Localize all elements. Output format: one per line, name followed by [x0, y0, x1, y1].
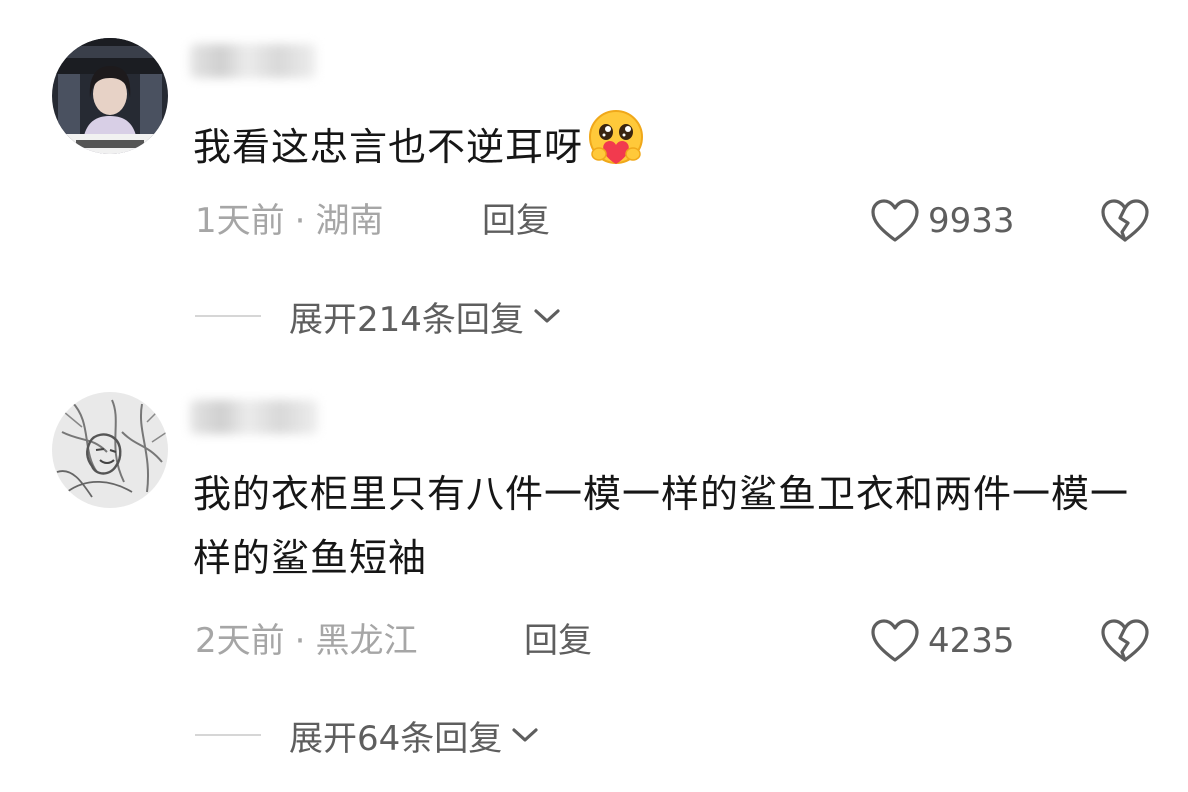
- comment-text: 我看这忠言也不逆耳呀: [193, 108, 647, 189]
- comment-list: 我看这忠言也不逆耳呀 1天前 · 湖南 回复 9933 展开214条回复 我的衣…: [0, 0, 1188, 792]
- comment-body: 我看这忠言也不逆耳呀: [193, 125, 584, 169]
- heart-outline-icon: [871, 619, 919, 662]
- heart-outline-icon: [871, 199, 919, 242]
- like-button[interactable]: 9933: [870, 196, 1015, 246]
- comment-body: 我的衣柜里只有八件一模一样的鲨鱼卫衣和两件一模一样的鲨鱼短袖: [193, 472, 1130, 580]
- meta-separator: ·: [294, 621, 306, 661]
- broken-heart-icon: [1101, 619, 1149, 662]
- comment-text: 我的衣柜里只有八件一模一样的鲨鱼卫衣和两件一模一样的鲨鱼短袖: [193, 462, 1159, 590]
- username-redacted[interactable]: [190, 44, 316, 78]
- comment-meta: 1天前 · 湖南: [195, 196, 383, 246]
- hugging-heart-emoji-icon: [585, 108, 647, 189]
- avatar-sketch-icon: [52, 392, 168, 508]
- expand-divider: [195, 315, 261, 317]
- like-button[interactable]: 4235: [870, 616, 1015, 666]
- meta-separator: ·: [294, 201, 306, 241]
- chevron-down-icon: [512, 728, 538, 742]
- broken-heart-icon: [1101, 199, 1149, 242]
- expand-replies-button[interactable]: 展开214条回复: [195, 291, 562, 341]
- expand-replies-label: 展开214条回复: [289, 299, 524, 340]
- comment-meta: 2天前 · 黑龙江: [195, 616, 417, 666]
- comment-time: 1天前: [195, 201, 285, 241]
- reply-button[interactable]: 回复: [482, 196, 550, 246]
- like-count: 9933: [928, 201, 1015, 241]
- like-count: 4235: [928, 621, 1015, 661]
- comment-time: 2天前: [195, 621, 285, 661]
- reply-button[interactable]: 回复: [524, 616, 592, 666]
- username-redacted[interactable]: [190, 400, 318, 434]
- avatar[interactable]: [52, 392, 168, 508]
- dislike-button[interactable]: [1100, 616, 1150, 666]
- avatar-photo-icon: [52, 38, 168, 154]
- avatar[interactable]: [52, 38, 168, 154]
- chevron-down-icon: [534, 309, 560, 323]
- expand-replies-button[interactable]: 展开64条回复: [195, 710, 540, 760]
- expand-divider: [195, 734, 261, 736]
- dislike-button[interactable]: [1100, 196, 1150, 246]
- comment-item: 我看这忠言也不逆耳呀 1天前 · 湖南 回复 9933 展开214条回复: [0, 0, 1188, 370]
- comment-location: 黑龙江: [315, 621, 418, 661]
- expand-replies-label: 展开64条回复: [289, 718, 503, 759]
- comment-item: 我的衣柜里只有八件一模一样的鲨鱼卫衣和两件一模一样的鲨鱼短袖 2天前 · 黑龙江 回…: [0, 370, 1188, 792]
- comment-location: 湖南: [315, 201, 384, 241]
